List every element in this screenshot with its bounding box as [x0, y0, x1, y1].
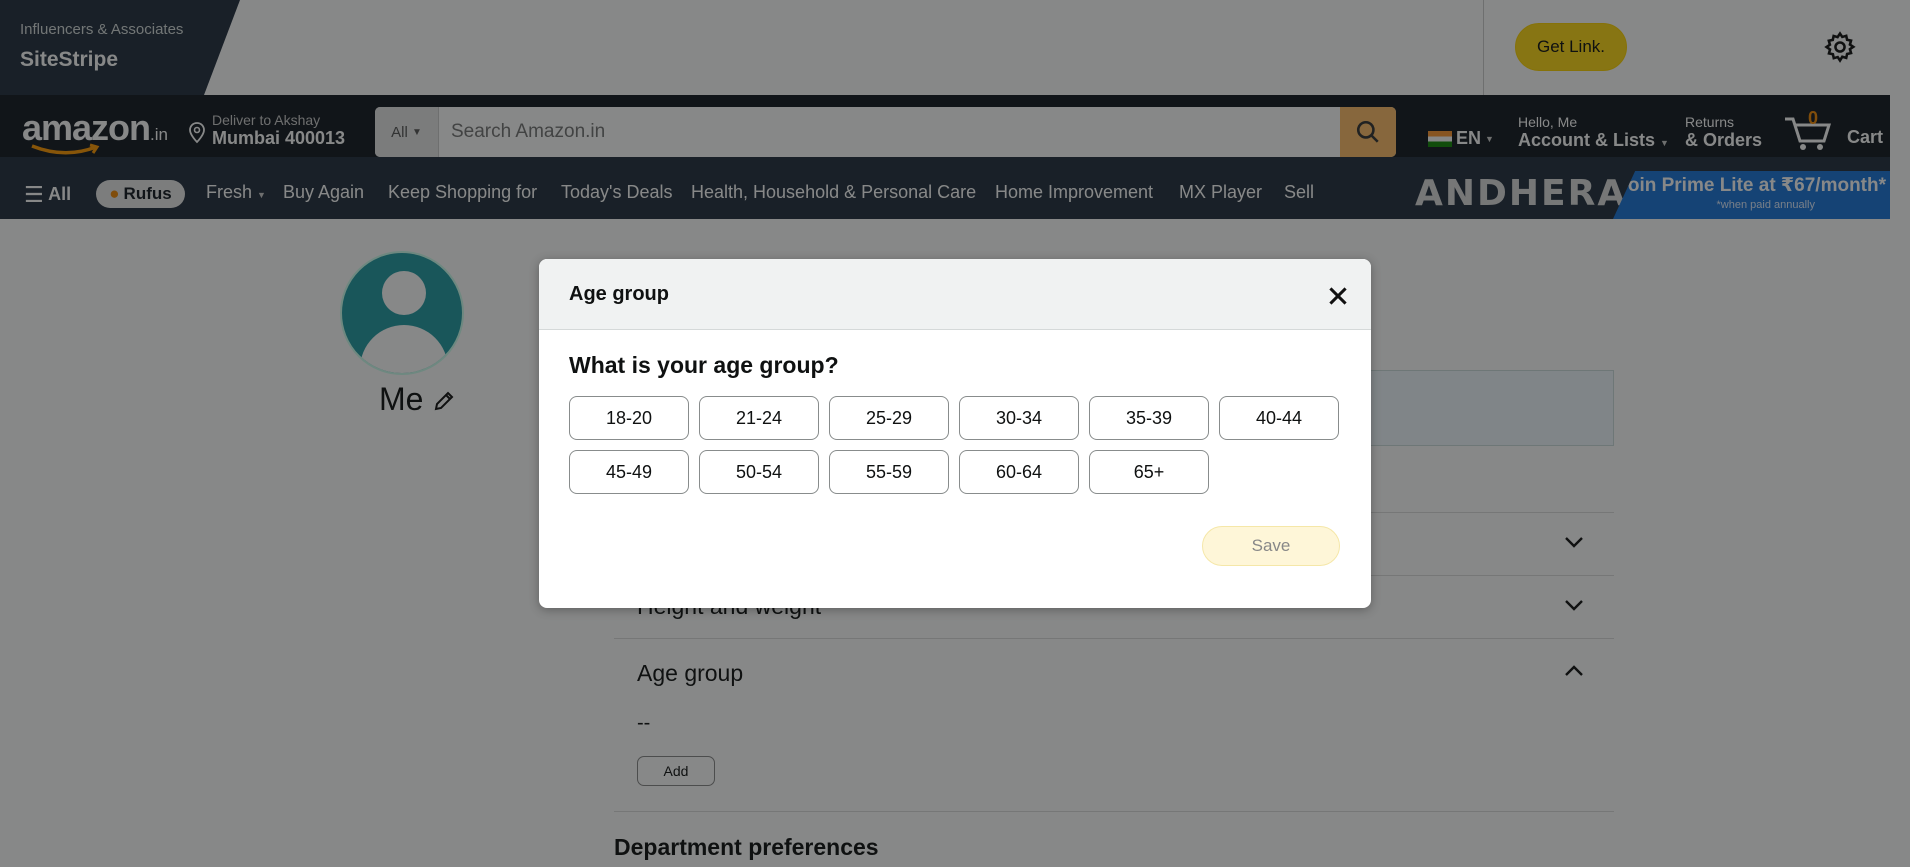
close-icon[interactable]: [1325, 283, 1351, 309]
save-button[interactable]: Save: [1202, 526, 1340, 566]
age-option-35-39[interactable]: 35-39: [1089, 396, 1209, 440]
dialog-question: What is your age group?: [569, 352, 839, 378]
age-group-dialog: Age group What is your age group? 18-20 …: [539, 259, 1371, 608]
age-option-65-plus[interactable]: 65+: [1089, 450, 1209, 494]
age-option-50-54[interactable]: 50-54: [699, 450, 819, 494]
age-option-45-49[interactable]: 45-49: [569, 450, 689, 494]
age-option-21-24[interactable]: 21-24: [699, 396, 819, 440]
dialog-header: Age group: [539, 259, 1371, 330]
age-option-55-59[interactable]: 55-59: [829, 450, 949, 494]
age-option-40-44[interactable]: 40-44: [1219, 396, 1339, 440]
age-option-18-20[interactable]: 18-20: [569, 396, 689, 440]
age-option-60-64[interactable]: 60-64: [959, 450, 1079, 494]
dialog-title: Age group: [569, 283, 669, 305]
age-option-25-29[interactable]: 25-29: [829, 396, 949, 440]
age-option-30-34[interactable]: 30-34: [959, 396, 1079, 440]
